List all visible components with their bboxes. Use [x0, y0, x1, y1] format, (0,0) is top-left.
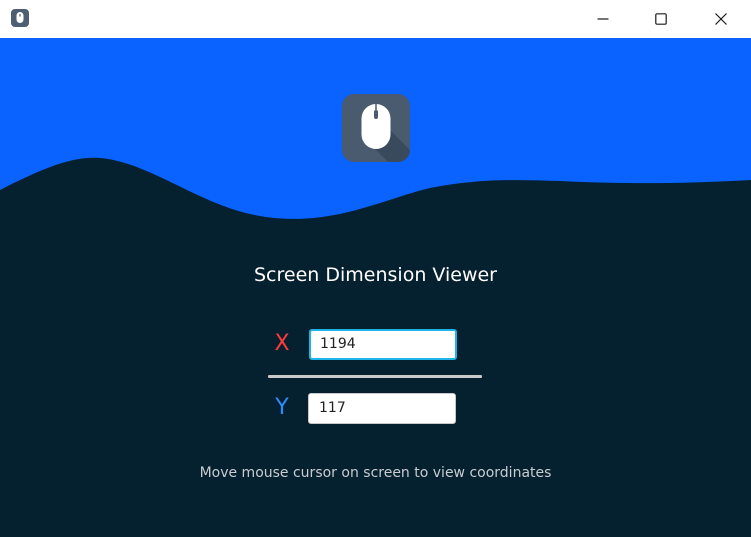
- maximize-icon: [655, 13, 667, 25]
- page-title: Screen Dimension Viewer: [254, 264, 497, 286]
- title-bar: [0, 0, 751, 39]
- close-button[interactable]: [690, 0, 751, 38]
- minimize-icon: [597, 18, 609, 20]
- x-coordinate-field[interactable]: 1194: [309, 329, 457, 360]
- main-panel: Screen Dimension Viewer X 1194 Y 117 Mov…: [0, 38, 751, 537]
- minimize-button[interactable]: [574, 0, 632, 38]
- mouse-icon: [342, 94, 410, 162]
- app-mouse-icon: [11, 9, 29, 27]
- y-coordinate-field[interactable]: 117: [308, 393, 456, 424]
- x-label: X: [274, 331, 290, 356]
- divider: [268, 375, 482, 378]
- maximize-button[interactable]: [632, 0, 690, 38]
- instruction-text: Move mouse cursor on screen to view coor…: [199, 465, 552, 481]
- close-icon: [714, 13, 727, 25]
- y-label: Y: [275, 395, 289, 420]
